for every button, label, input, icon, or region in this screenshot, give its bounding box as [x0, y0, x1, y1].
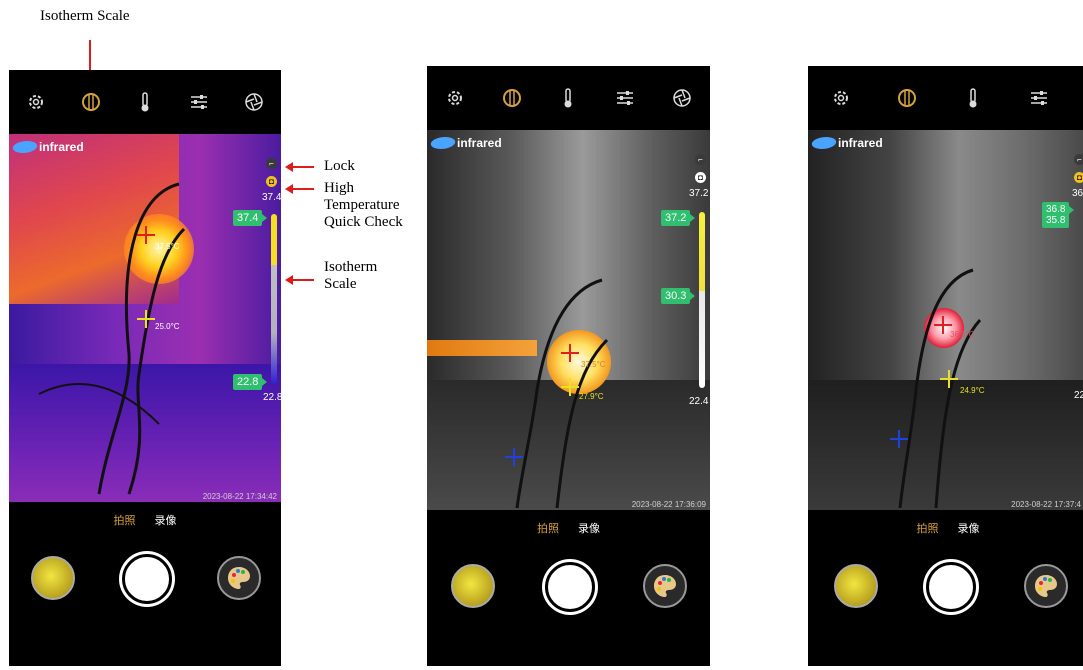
- isotherm-annotation: Isotherm Scale: [324, 259, 378, 292]
- upper-isotherm-tag[interactable]: 37.4: [233, 210, 268, 226]
- lock-icon[interactable]: ⌐: [266, 158, 277, 169]
- brand-logo: infrared: [428, 136, 502, 150]
- photo-mode-tab[interactable]: 拍照: [537, 523, 559, 535]
- sliders-icon[interactable]: [610, 83, 640, 113]
- video-mode-tab[interactable]: 录像: [578, 523, 600, 535]
- center-temp: 25.0°C: [155, 322, 180, 331]
- phone-screen-grayscale: infrared ⌐ ◘ 36 36.8 35.8 22 36.5°C 24.9…: [808, 66, 1083, 666]
- shutter-button[interactable]: [122, 554, 172, 604]
- min-temp-label: 22: [1074, 390, 1083, 401]
- thermal-view[interactable]: infrared ⌐ ◘ 36 36.8 35.8 22 36.5°C 24.9…: [808, 130, 1083, 510]
- center-crosshair: [940, 370, 958, 388]
- center-temp: 24.9°C: [960, 386, 985, 395]
- capture-modes: 拍照 录像: [427, 520, 710, 536]
- palette-icon: [1035, 575, 1057, 597]
- settings-icon[interactable]: [440, 83, 470, 113]
- capture-panel: 拍照 录像: [9, 502, 281, 666]
- top-toolbar: [427, 66, 710, 130]
- thermometer-icon[interactable]: [553, 83, 583, 113]
- center-crosshair: [561, 378, 579, 396]
- min-temp-label: 22.8: [263, 392, 281, 403]
- photo-mode-tab[interactable]: 拍照: [916, 523, 938, 535]
- video-mode-tab[interactable]: 录像: [958, 523, 980, 535]
- thermal-view[interactable]: infrared ⌐ ◘ 37.4 37.4 22.8 22.8 37.5°C …: [9, 134, 281, 502]
- hot-spot-crosshair: [561, 344, 579, 362]
- high-temp-annotation: High Temperature Quick Check: [324, 180, 403, 230]
- aperture-icon[interactable]: [239, 87, 269, 117]
- capture-modes: 拍照 录像: [9, 512, 281, 528]
- hot-spot-temp: 37.5°C: [581, 360, 606, 369]
- lock-annotation: Lock: [324, 158, 355, 174]
- gallery-thumbnail[interactable]: [451, 564, 495, 608]
- video-mode-tab[interactable]: 录像: [155, 515, 177, 527]
- brand-mark-icon: [10, 141, 40, 153]
- brand-mark-icon: [428, 137, 458, 149]
- isotherm-icon[interactable]: [497, 83, 527, 113]
- brand-logo: infrared: [809, 136, 883, 150]
- upper-isotherm-tag[interactable]: 36.8 35.8: [1042, 202, 1076, 228]
- max-temp-label: 37.2: [689, 188, 709, 199]
- palette-button[interactable]: [217, 556, 261, 600]
- capture-modes: 拍照 录像: [808, 520, 1083, 536]
- cold-spot-crosshair: [505, 448, 523, 466]
- lock-icon[interactable]: ⌐: [695, 154, 706, 165]
- thermometer-icon[interactable]: [958, 83, 988, 113]
- brand-mark-icon: [809, 137, 839, 149]
- high-temp-check-icon[interactable]: ◘: [266, 176, 277, 187]
- phone-screen-iron: infrared ⌐ ◘ 37.4 37.4 22.8 22.8 37.5°C …: [9, 70, 281, 666]
- timestamp: 2023-08-22 17:36:09: [631, 500, 706, 509]
- max-temp-label: 37.4: [262, 192, 281, 203]
- gallery-thumbnail[interactable]: [834, 564, 878, 608]
- top-toolbar: [808, 66, 1083, 130]
- isotherm-icon[interactable]: [76, 87, 106, 117]
- hot-spot-crosshair: [137, 226, 155, 244]
- high-temp-check-icon[interactable]: ◘: [1074, 172, 1083, 183]
- palette-button[interactable]: [643, 564, 687, 608]
- thermal-view[interactable]: infrared ⌐ ◘ 37.2 37.2 30.3 22.4 37.5°C …: [427, 130, 710, 510]
- lower-isotherm-tag[interactable]: 22.8: [233, 374, 268, 390]
- lock-arrow: [285, 162, 314, 172]
- sliders-icon[interactable]: [1024, 83, 1054, 113]
- gallery-thumbnail[interactable]: [31, 556, 75, 600]
- max-temp-label: 36: [1072, 188, 1083, 199]
- shutter-button[interactable]: [926, 562, 976, 612]
- lock-icon[interactable]: ⌐: [1074, 154, 1083, 165]
- sliders-icon[interactable]: [184, 87, 214, 117]
- top-toolbar: [9, 70, 281, 134]
- lower-isotherm-tag[interactable]: 30.3: [661, 288, 696, 304]
- isotherm-icon[interactable]: [892, 83, 922, 113]
- aperture-icon[interactable]: [667, 83, 697, 113]
- capture-panel: 拍照 录像: [427, 510, 710, 666]
- palette-button[interactable]: [1024, 564, 1068, 608]
- brand-logo: infrared: [10, 140, 84, 154]
- palette-icon: [654, 575, 676, 597]
- isotherm-scale-bar[interactable]: [699, 212, 705, 388]
- hot-spot-temp: 36.5°C: [950, 330, 975, 339]
- capture-panel: 拍照 录像: [808, 510, 1083, 666]
- high-temp-check-icon[interactable]: ◘: [695, 172, 706, 183]
- isotherm-scale-bar[interactable]: [271, 214, 277, 384]
- upper-isotherm-tag[interactable]: 37.2: [661, 210, 696, 226]
- timestamp: 2023-08-22 17:34:42: [202, 492, 277, 501]
- photo-mode-tab[interactable]: 拍照: [113, 515, 135, 527]
- phone-screen-white-hot: infrared ⌐ ◘ 37.2 37.2 30.3 22.4 37.5°C …: [427, 66, 710, 666]
- high-temp-arrow: [285, 184, 314, 194]
- hot-spot-temp: 37.5°C: [155, 242, 180, 251]
- settings-icon[interactable]: [826, 83, 856, 113]
- cold-spot-crosshair: [890, 430, 908, 448]
- timestamp: 2023-08-22 17:37:4: [1011, 500, 1081, 509]
- min-temp-label: 22.4: [689, 396, 709, 407]
- settings-icon[interactable]: [21, 87, 51, 117]
- shutter-button[interactable]: [545, 562, 595, 612]
- isotherm-arrow: [285, 275, 314, 285]
- thermometer-icon[interactable]: [130, 87, 160, 117]
- palette-icon: [228, 567, 250, 589]
- center-crosshair: [137, 310, 155, 328]
- cable-lines: [515, 278, 609, 509]
- figure-title: Isotherm Scale: [40, 8, 130, 24]
- center-temp: 27.9°C: [579, 392, 604, 401]
